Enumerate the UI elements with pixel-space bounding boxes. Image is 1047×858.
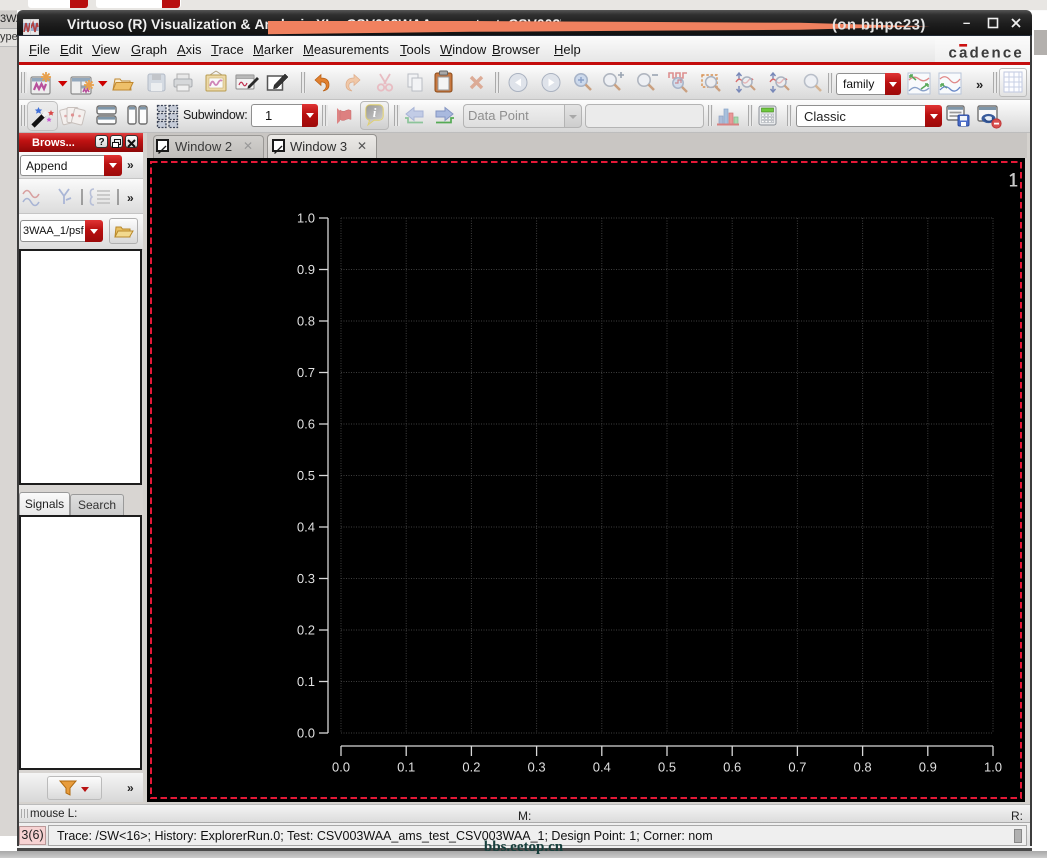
svg-text:i: i <box>373 105 377 120</box>
